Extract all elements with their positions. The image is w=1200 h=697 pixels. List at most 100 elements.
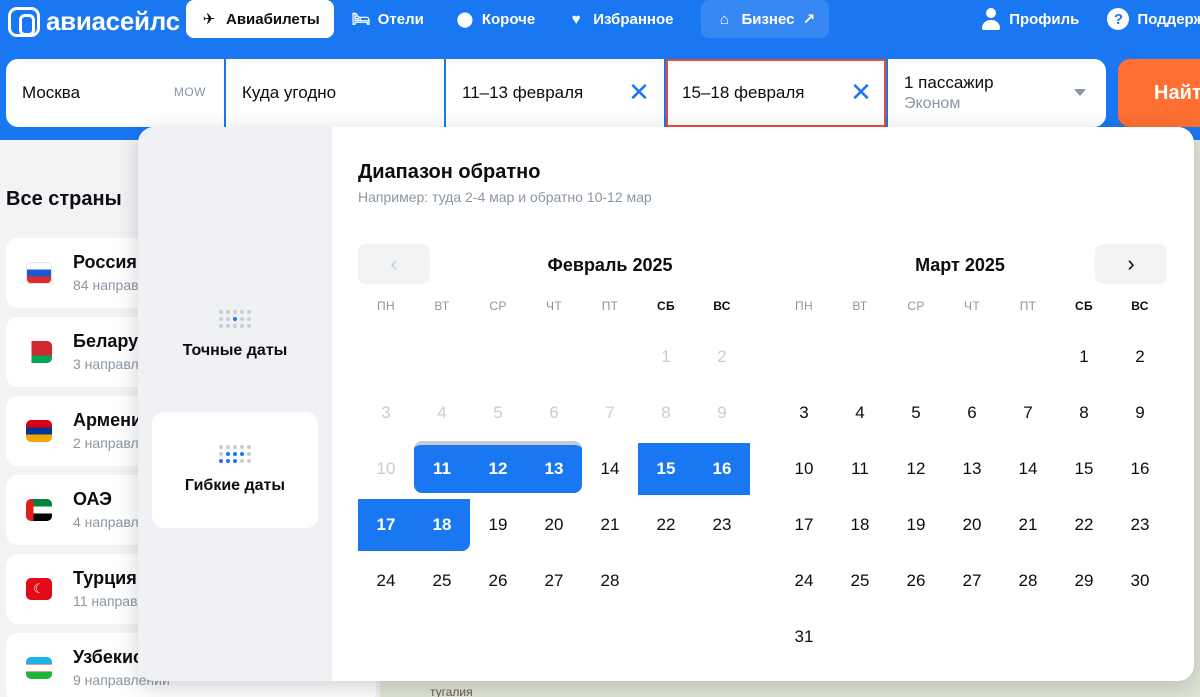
calendar-day[interactable]: 23 [1112, 499, 1168, 551]
calendar-day[interactable]: 2 [1112, 331, 1168, 383]
calendar-day[interactable]: 27 [526, 555, 582, 607]
calendar-day[interactable]: 18 [414, 499, 470, 551]
weekday-header: СР [907, 299, 925, 313]
return-date-field[interactable]: 15–18 февраля ✕ [666, 59, 886, 127]
calendar-day[interactable]: 20 [944, 499, 1000, 551]
calendar-day[interactable]: 16 [694, 443, 750, 495]
calendar-day[interactable]: 15 [638, 443, 694, 495]
calendar-day[interactable]: 21 [1000, 499, 1056, 551]
calendar-day[interactable]: 28 [1000, 555, 1056, 607]
next-month-button[interactable]: › [1095, 244, 1167, 284]
clear-return-close-icon[interactable]: ✕ [850, 79, 872, 105]
weekday-header: СР [489, 299, 507, 313]
aviasales-logo-icon [8, 6, 40, 37]
calendar-day[interactable]: 4 [832, 387, 888, 439]
calendar-day[interactable]: 8 [1056, 387, 1112, 439]
calendar-day[interactable]: 26 [888, 555, 944, 607]
exact-dates-icon [219, 310, 251, 328]
nav-flights[interactable]: ✈ Авиабилеты [186, 0, 334, 38]
top-right-menu: Профиль ? Поддержка [981, 0, 1200, 38]
search-form: Москва MOW Куда угодно 11–13 февраля ✕ 1… [6, 59, 1106, 127]
origin-iata-code: MOW [173, 85, 206, 99]
calendar-day[interactable]: 11 [414, 443, 470, 495]
calendar-day[interactable]: 26 [470, 555, 526, 607]
calendar-day[interactable]: 16 [1112, 443, 1168, 495]
help-icon: ? [1107, 8, 1130, 30]
date-mode-switcher: Точные даты Гибкие даты [138, 127, 332, 681]
support-link[interactable]: ? Поддержка [1107, 0, 1200, 38]
heart-icon: ♥ [571, 10, 581, 28]
calendar-day: 8 [661, 403, 671, 422]
calendar-day[interactable]: 13 [944, 443, 1000, 495]
calendar-day[interactable]: 12 [888, 443, 944, 495]
profile-link[interactable]: Профиль [981, 0, 1079, 38]
passengers-field[interactable]: 1 пассажир Эконом [888, 59, 1106, 127]
calendar-day[interactable]: 21 [582, 499, 638, 551]
calendar-day[interactable]: 1 [1056, 331, 1112, 383]
calendar-day[interactable]: 3 [776, 387, 832, 439]
turkey-flag-icon: ☾ [26, 578, 52, 600]
calendar-day[interactable]: 19 [888, 499, 944, 551]
calendar-day[interactable]: 23 [694, 499, 750, 551]
support-label: Поддержка [1137, 10, 1200, 28]
calendar-day[interactable]: 9 [1112, 387, 1168, 439]
calendar-day[interactable]: 25 [832, 555, 888, 607]
nav-favorites-label: Избранное [593, 10, 674, 28]
country-list-title: Все страны [6, 188, 122, 210]
passengers-count: 1 пассажир [904, 73, 994, 92]
nav-hotels[interactable]: 🛏 Отели [338, 0, 438, 38]
weekday-header: ВС [713, 299, 731, 313]
calendar-day[interactable]: 24 [358, 555, 414, 607]
calendar-day[interactable]: 17 [358, 499, 414, 551]
calendar-hint: Например: туда 2-4 мар и обратно 10-12 м… [358, 189, 652, 205]
calendar-day[interactable]: 19 [470, 499, 526, 551]
calendar-day[interactable]: 15 [1056, 443, 1112, 495]
calendar-day[interactable]: 12 [470, 443, 526, 495]
clear-depart-close-icon[interactable]: ✕ [628, 79, 650, 105]
exact-dates-label: Точные даты [182, 342, 288, 359]
weekday-header: ВТ [852, 299, 868, 313]
calendar-day[interactable]: 5 [888, 387, 944, 439]
month-title-february: Февраль 2025 [547, 255, 673, 275]
flexible-dates-option[interactable]: Гибкие даты [152, 412, 318, 528]
belarus-flag-icon [26, 341, 52, 363]
nav-business[interactable]: ⌂ Бизнес ↗ [701, 0, 830, 38]
calendar-day[interactable]: 18 [832, 499, 888, 551]
calendar-day: 10 [376, 459, 396, 478]
nav-shorts[interactable]: ⬤ Короче [442, 0, 549, 38]
calendar-day[interactable]: 7 [1000, 387, 1056, 439]
calendar-day[interactable]: 17 [776, 499, 832, 551]
origin-field[interactable]: Москва MOW [6, 59, 224, 127]
depart-date-field[interactable]: 11–13 февраля ✕ [446, 59, 664, 127]
calendar-day[interactable]: 27 [944, 555, 1000, 607]
calendar-day: 7 [605, 403, 615, 422]
calendar-day[interactable]: 31 [776, 611, 832, 663]
calendar-day[interactable]: 30 [1112, 555, 1168, 607]
calendar-day: 9 [717, 403, 727, 422]
calendar-day[interactable]: 29 [1056, 555, 1112, 607]
nav-favorites[interactable]: ♥ Избранное [553, 0, 687, 38]
date-picker-popup: Точные даты Гибкие даты Диапазон обратно… [138, 127, 1194, 681]
calendar-day[interactable]: 28 [582, 555, 638, 607]
bed-icon: 🛏 [351, 11, 371, 28]
find-button[interactable]: Найти [1118, 59, 1200, 127]
calendar-day[interactable]: 13 [526, 443, 582, 495]
profile-icon [981, 8, 1001, 30]
calendar-day[interactable]: 22 [1056, 499, 1112, 551]
calendar-day[interactable]: 14 [582, 443, 638, 495]
brand-logo[interactable]: авиасейлс [8, 6, 180, 37]
calendar-day[interactable]: 22 [638, 499, 694, 551]
calendar-day[interactable]: 25 [414, 555, 470, 607]
calendar-day[interactable]: 24 [776, 555, 832, 607]
russia-flag-icon [26, 262, 52, 284]
calendar-day[interactable]: 6 [944, 387, 1000, 439]
destination-field[interactable]: Куда угодно [226, 59, 444, 127]
calendar-day[interactable]: 20 [526, 499, 582, 551]
calendar-day[interactable]: 14 [1000, 443, 1056, 495]
chevron-down-icon [1074, 89, 1086, 96]
location-pin-icon: ⬤ [456, 11, 474, 28]
prev-month-button[interactable]: ‹ [358, 244, 430, 284]
calendar-day[interactable]: 11 [832, 443, 888, 495]
calendar-day[interactable]: 10 [776, 443, 832, 495]
exact-dates-option[interactable]: Точные даты [152, 277, 318, 393]
